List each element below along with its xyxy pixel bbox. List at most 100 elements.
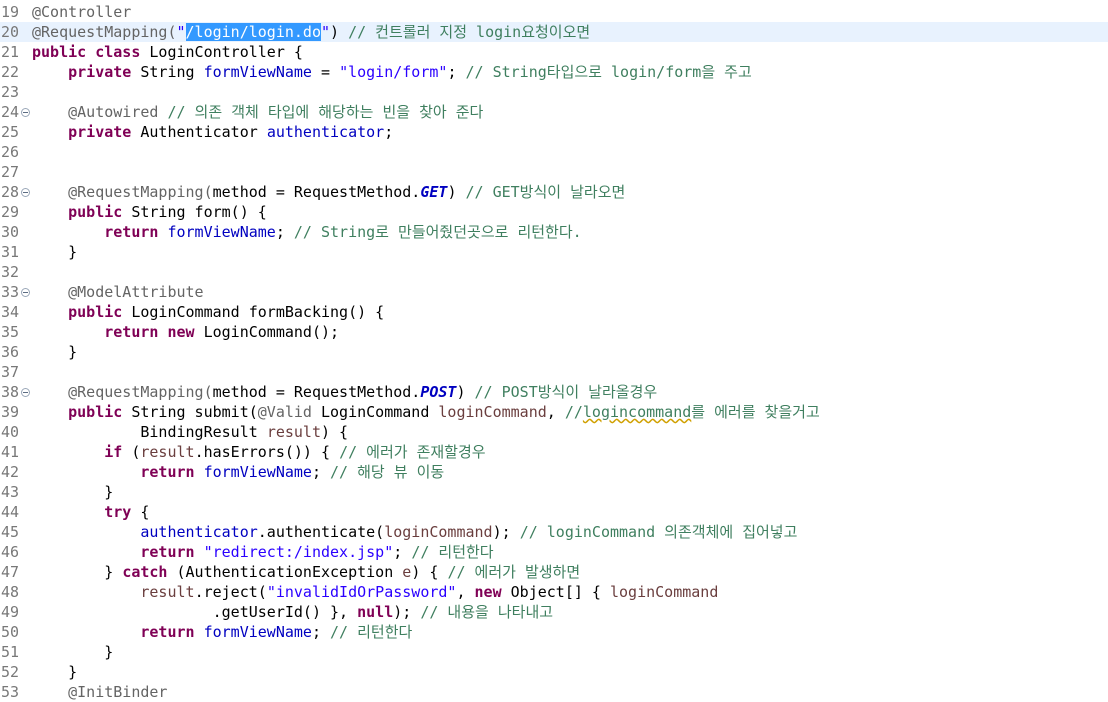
- code-line[interactable]: 20 @RequestMapping("/login/login.do") // …: [0, 22, 1108, 42]
- code-text[interactable]: @InitBinder: [32, 682, 167, 702]
- code-text[interactable]: authenticator.authenticate(loginCommand)…: [32, 522, 797, 542]
- comment-token: // 리턴한다: [330, 623, 413, 641]
- code-line[interactable]: 22 private String formViewName = "login/…: [0, 62, 1108, 82]
- code-text[interactable]: @RequestMapping(method = RequestMethod.G…: [32, 182, 625, 202]
- code-line[interactable]: 48 result.reject("invalidIdOrPassword", …: [0, 582, 1108, 602]
- code-line[interactable]: 42 return formViewName; // 해당 뷰 이동: [0, 462, 1108, 482]
- constant-token: GET: [420, 183, 448, 201]
- fold-collapse-icon[interactable]: [21, 288, 30, 297]
- code-text[interactable]: @Autowired // 의존 객체 타입에 해당하는 빈을 찾아 준다: [32, 102, 483, 122]
- code-text[interactable]: try {: [32, 502, 149, 522]
- code-token: }: [32, 563, 123, 581]
- code-line[interactable]: 40 BindingResult result) {: [0, 422, 1108, 442]
- code-editor[interactable]: 19 @Controller 20 @RequestMapping("/login/l…: [0, 0, 1108, 701]
- code-line[interactable]: 37: [0, 362, 1108, 382]
- code-line[interactable]: 34 public LoginCommand formBacking() {: [0, 302, 1108, 322]
- code-line[interactable]: 28 @RequestMapping(method = RequestMetho…: [0, 182, 1108, 202]
- code-token: (AuthenticationException: [176, 563, 403, 581]
- code-text[interactable]: private String formViewName = "login/for…: [32, 62, 752, 82]
- code-token: );: [393, 603, 421, 621]
- code-line[interactable]: 53 @InitBinder: [0, 682, 1108, 702]
- fold-collapse-icon[interactable]: [21, 108, 30, 117]
- code-line[interactable]: 49 .getUserId() }, null); // 내용을 나타내고: [0, 602, 1108, 622]
- code-text[interactable]: return "redirect:/index.jsp"; // 리턴한다: [32, 542, 494, 562]
- code-line[interactable]: 25 private Authenticator authenticator;: [0, 122, 1108, 142]
- code-text[interactable]: @RequestMapping(method = RequestMethod.P…: [32, 382, 657, 402]
- code-line[interactable]: 33 @ModelAttribute: [0, 282, 1108, 302]
- code-line[interactable]: 31 }: [0, 242, 1108, 262]
- code-token: ;: [393, 543, 412, 561]
- keyword-token: return: [140, 463, 204, 481]
- code-text[interactable]: }: [32, 662, 77, 682]
- code-line[interactable]: 52 }: [0, 662, 1108, 682]
- code-line[interactable]: 39 public String submit(@Valid LoginComm…: [0, 402, 1108, 422]
- code-line[interactable]: 41 if (result.hasErrors()) { // 에러가 존재할경…: [0, 442, 1108, 462]
- code-text[interactable]: return formViewName; // 해당 뷰 이동: [32, 462, 444, 482]
- code-line[interactable]: 26: [0, 142, 1108, 162]
- code-line[interactable]: 47 } catch (AuthenticationException e) {…: [0, 562, 1108, 582]
- code-line[interactable]: 45 authenticator.authenticate(loginComma…: [0, 522, 1108, 542]
- code-line[interactable]: 29 public String form() {: [0, 202, 1108, 222]
- code-text[interactable]: }: [32, 482, 113, 502]
- string-token: "invalidIdOrPassword": [266, 583, 457, 601]
- code-text[interactable]: }: [32, 342, 77, 362]
- code-line[interactable]: 51 }: [0, 642, 1108, 662]
- code-line[interactable]: 32: [0, 262, 1108, 282]
- code-line[interactable]: 23: [0, 82, 1108, 102]
- code-text[interactable]: @Controller: [32, 2, 131, 22]
- code-line[interactable]: 43 }: [0, 482, 1108, 502]
- fold-collapse-icon[interactable]: [21, 188, 30, 197]
- code-line[interactable]: 27: [0, 162, 1108, 182]
- line-number: 44: [1, 503, 20, 521]
- code-line[interactable]: 44 try {: [0, 502, 1108, 522]
- code-text[interactable]: .getUserId() }, null); // 내용을 나타내고: [32, 602, 553, 622]
- code-token: String form() {: [131, 203, 267, 221]
- code-text[interactable]: BindingResult result) {: [32, 422, 348, 442]
- code-line[interactable]: 38 @RequestMapping(method = RequestMetho…: [0, 382, 1108, 402]
- line-number: 52: [1, 663, 20, 681]
- code-token: ;: [275, 223, 294, 241]
- variable-token: e: [402, 563, 412, 581]
- code-text[interactable]: return formViewName; // 리턴한다: [32, 622, 412, 642]
- code-token: BindingResult: [32, 423, 267, 441]
- code-line[interactable]: 19 @Controller: [0, 2, 1108, 22]
- code-line[interactable]: 21 public class LoginController {: [0, 42, 1108, 62]
- code-text[interactable]: } catch (AuthenticationException e) { //…: [32, 562, 580, 582]
- code-text[interactable]: public String submit(@Valid LoginCommand…: [32, 402, 820, 422]
- line-number: 45: [1, 523, 20, 541]
- line-number: 29: [1, 203, 20, 221]
- comment-token: // loginCommand 의존객체에 집어넣고: [519, 523, 798, 541]
- code-text[interactable]: result.reject("invalidIdOrPassword", new…: [32, 582, 718, 602]
- comment-token: //: [564, 403, 583, 421]
- line-number: 35: [1, 323, 20, 341]
- code-token: Object[] {: [510, 583, 610, 601]
- code-line[interactable]: 50 return formViewName; // 리턴한다: [0, 622, 1108, 642]
- annotation-token: @InitBinder: [32, 683, 168, 701]
- code-token: ,: [546, 403, 565, 421]
- line-number: 40: [1, 423, 20, 441]
- code-text[interactable]: public LoginCommand formBacking() {: [32, 302, 384, 322]
- code-line[interactable]: 36 }: [0, 342, 1108, 362]
- comment-token: // 리턴한다: [411, 543, 494, 561]
- code-token: .authenticate(: [257, 523, 385, 541]
- code-text[interactable]: public class LoginController {: [32, 42, 303, 62]
- code-text[interactable]: }: [32, 642, 113, 662]
- code-text[interactable]: }: [32, 242, 77, 262]
- string-token: ": [321, 23, 331, 41]
- code-text[interactable]: return formViewName; // String로 만들어줬던곳으로…: [32, 222, 581, 242]
- code-line[interactable]: 46 return "redirect:/index.jsp"; // 리턴한다: [0, 542, 1108, 562]
- code-text[interactable]: private Authenticator authenticator;: [32, 122, 393, 142]
- code-text[interactable]: @ModelAttribute: [32, 282, 204, 302]
- code-text[interactable]: return new LoginCommand();: [32, 322, 339, 342]
- code-text[interactable]: @RequestMapping("/login/login.do") // 컨트…: [32, 22, 590, 42]
- annotation-token: @ModelAttribute: [68, 283, 204, 301]
- code-text[interactable]: public String form() {: [32, 202, 267, 222]
- code-line[interactable]: 24 @Autowired // 의존 객체 타입에 해당하는 빈을 찾아 준다: [0, 102, 1108, 122]
- code-line[interactable]: 30 return formViewName; // String로 만들어줬던…: [0, 222, 1108, 242]
- fold-collapse-icon[interactable]: [21, 388, 30, 397]
- code-text[interactable]: if (result.hasErrors()) { // 에러가 존재할경우: [32, 442, 485, 462]
- code-line[interactable]: 35 return new LoginCommand();: [0, 322, 1108, 342]
